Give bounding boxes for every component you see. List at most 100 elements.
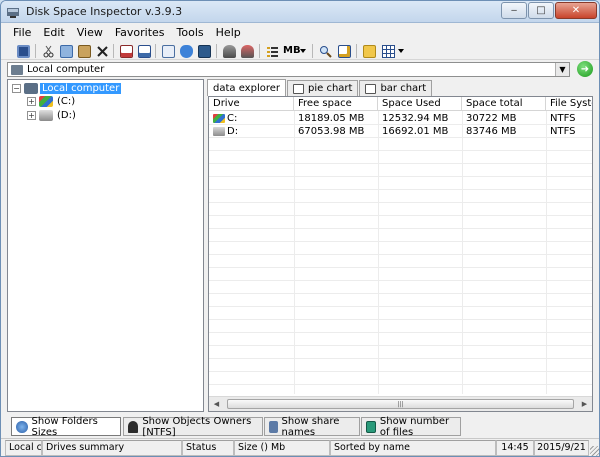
copy-icon[interactable]	[58, 43, 74, 59]
find-icon[interactable]	[336, 43, 352, 59]
list-icon[interactable]	[264, 43, 280, 59]
toolbar-separator	[312, 44, 313, 58]
column-space-total[interactable]: Space total	[462, 97, 546, 111]
address-dropdown-button[interactable]: ▼	[555, 63, 569, 76]
grid-column-line	[462, 111, 463, 394]
edit-icon[interactable]	[160, 43, 176, 59]
menu-file[interactable]: File	[7, 24, 37, 42]
button-label: Show number of files	[379, 415, 450, 438]
grid-row-line	[209, 345, 592, 346]
drive-icon	[213, 126, 225, 136]
menu-tools[interactable]: Tools	[171, 24, 210, 42]
column-free-space[interactable]: Free space	[294, 97, 378, 111]
grid-row-line	[209, 254, 592, 255]
horizontal-scrollbar[interactable]: ◀ ||| ▶	[209, 396, 592, 411]
tree-expand-toggle[interactable]: +	[27, 97, 36, 106]
grid-column-line	[378, 111, 379, 394]
grid-row-line	[209, 241, 592, 242]
scan-icon[interactable]	[221, 43, 237, 59]
grid-icon[interactable]	[380, 43, 396, 59]
bar-chart-icon	[365, 83, 377, 94]
grid-column-line	[546, 111, 547, 394]
menu-bar: File Edit View Favorites Tools Help	[1, 24, 599, 42]
tree-item-local-computer[interactable]: Local computer	[24, 82, 122, 95]
tab-label: bar chart	[380, 83, 427, 94]
close-button[interactable]: ✕	[555, 2, 597, 19]
computer-icon	[11, 65, 23, 75]
grid-column-line	[294, 111, 295, 394]
menu-help[interactable]: Help	[210, 24, 247, 42]
tab-data-explorer[interactable]: data explorer	[207, 79, 286, 96]
toolbar: MB	[1, 41, 599, 60]
pane-splitter[interactable]	[204, 79, 207, 412]
button-label: Show Objects Owners [NTFS]	[142, 415, 252, 438]
users-icon	[128, 420, 139, 433]
folder-open-icon[interactable]	[361, 43, 377, 59]
chevron-down-icon[interactable]	[398, 49, 404, 53]
app-icon	[7, 8, 19, 18]
column-space-used[interactable]: Space Used	[378, 97, 462, 111]
grid-row-line	[209, 137, 592, 138]
address-value: Local computer	[27, 64, 105, 75]
grid-row-line	[209, 215, 592, 216]
status-bar: Local co Drives summary Status Size () M…	[1, 438, 599, 456]
address-combobox[interactable]: Local computer ▼	[7, 62, 570, 77]
show-number-of-files-button[interactable]: Show number of files	[361, 415, 461, 438]
minimize-button[interactable]: ‒	[501, 2, 527, 19]
tree-expand-toggle[interactable]: +	[27, 111, 36, 120]
list-header: Drive Free space Space Used Space total …	[209, 97, 592, 111]
resize-grip[interactable]	[590, 446, 599, 456]
folder-tree: − Local computer + (C:) + (D:)	[7, 79, 204, 412]
menu-favorites[interactable]: Favorites	[109, 24, 171, 42]
button-label: Show share names	[281, 415, 340, 438]
grid-row-line	[209, 189, 592, 190]
grid-row-line	[209, 163, 592, 164]
tab-label: data explorer	[213, 82, 280, 94]
show-folders-sizes-button[interactable]: Show Folders Sizes	[11, 416, 121, 438]
units-dropdown[interactable]: MB	[283, 45, 301, 56]
grid-row-line	[209, 202, 592, 203]
window-controls: ‒ □ ✕	[501, 2, 597, 19]
cut-icon[interactable]	[40, 43, 56, 59]
paste-icon[interactable]	[76, 43, 92, 59]
disk-icon[interactable]	[239, 43, 255, 59]
tree-item-drive-c[interactable]: (C:)	[39, 95, 77, 108]
report-icon[interactable]	[118, 43, 134, 59]
database-icon[interactable]	[196, 43, 212, 59]
scrollbar-thumb[interactable]: |||	[227, 399, 574, 409]
tree-collapse-toggle[interactable]: −	[12, 84, 21, 93]
chevron-down-icon[interactable]	[300, 49, 306, 53]
app-window: Disk Space Inspector v.3.9.3 ‒ □ ✕ File …	[0, 0, 600, 457]
save-icon[interactable]	[15, 43, 31, 59]
grid-row-line	[209, 371, 592, 372]
search-icon[interactable]	[317, 43, 333, 59]
maximize-button[interactable]: □	[528, 2, 554, 19]
grid-row-line	[209, 124, 592, 125]
tab-bar-chart[interactable]: bar chart	[359, 80, 433, 96]
grid-row-line	[209, 384, 592, 385]
menu-edit[interactable]: Edit	[37, 24, 70, 42]
bottom-toolbar: Show Folders Sizes Show Objects Owners […	[1, 415, 599, 438]
grid-row-line	[209, 293, 592, 294]
grid-row-line	[209, 267, 592, 268]
drive-label: C:	[227, 113, 238, 124]
delete-icon[interactable]	[94, 43, 110, 59]
show-objects-owners-button[interactable]: Show Objects Owners [NTFS]	[123, 415, 263, 438]
show-share-names-button[interactable]: Show share names	[264, 415, 360, 438]
menu-view[interactable]: View	[71, 24, 109, 42]
shield-icon[interactable]	[178, 43, 194, 59]
go-button[interactable]: ➜	[577, 61, 593, 77]
scroll-left-arrow[interactable]: ◀	[209, 397, 224, 411]
status-time: 14:45	[496, 440, 534, 456]
toolbar-separator	[259, 44, 260, 58]
tree-item-drive-d[interactable]: (D:)	[39, 109, 78, 122]
status-date: 2015/9/21	[534, 440, 589, 456]
grid-row-line	[209, 150, 592, 151]
scroll-right-arrow[interactable]: ▶	[577, 397, 592, 411]
status-text: Status	[182, 440, 234, 456]
export-icon[interactable]	[136, 43, 152, 59]
tab-pie-chart[interactable]: pie chart	[287, 80, 359, 96]
column-file-system[interactable]: File System	[546, 97, 592, 111]
title-bar[interactable]: Disk Space Inspector v.3.9.3 ‒ □ ✕	[1, 1, 599, 23]
column-drive[interactable]: Drive	[209, 97, 294, 111]
